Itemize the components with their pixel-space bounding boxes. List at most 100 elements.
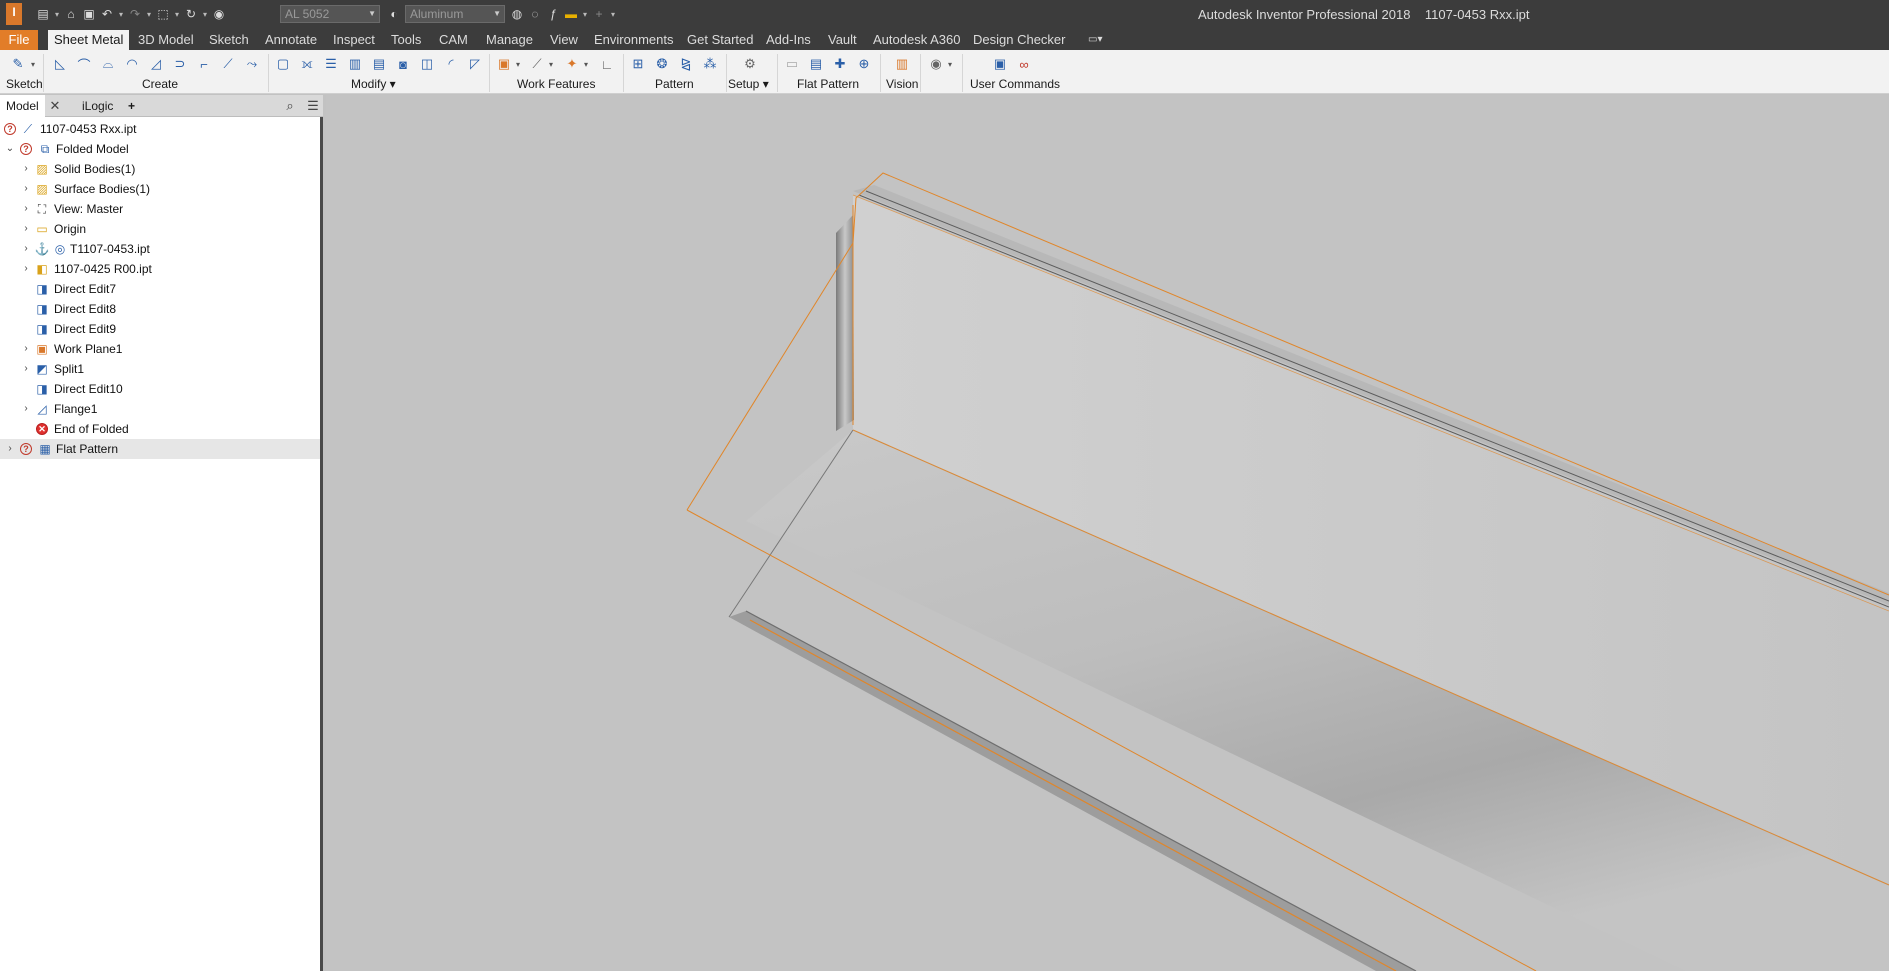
appearance-select[interactable]: Aluminum ▼ [405,5,505,23]
customize-dropdown-icon[interactable]: ▾ [608,5,618,23]
chevron-right-icon[interactable]: › [21,339,31,359]
model-view[interactable] [326,95,1889,971]
tree-item-surface-bodies[interactable]: › ▨ Surface Bodies(1) [0,179,320,199]
chevron-right-icon[interactable]: › [21,179,31,199]
tab-tools[interactable]: Tools [385,30,427,50]
axis-dropdown-icon[interactable]: ▾ [547,54,555,74]
sketch-dropdown-icon[interactable]: ▾ [29,54,37,74]
color-wheel-icon[interactable]: ◐ [385,5,403,23]
flange-icon[interactable]: ◿ [146,54,166,74]
tree-item-direct-edit9[interactable]: ◨ Direct Edit9 [0,319,320,339]
chevron-right-icon[interactable]: › [21,199,31,219]
inventor-logo-icon[interactable]: I [6,3,22,25]
tree-item-folded-model[interactable]: ⌄ ? ⧉ Folded Model [0,139,320,159]
tree-item-work-plane1[interactable]: › ▣ Work Plane1 [0,339,320,359]
export-dxf-icon[interactable]: ▤ [806,54,826,74]
tab-annotate[interactable]: Annotate [259,30,323,50]
plus-icon[interactable]: + [590,5,608,23]
tab-add-ins[interactable]: Add-Ins [760,30,817,50]
chevron-right-icon[interactable]: › [21,359,31,379]
tree-item-flat-pattern[interactable]: › ? ▦ Flat Pattern [0,439,320,459]
add-tab-button[interactable]: + [122,95,141,117]
graphics-viewport[interactable] [326,95,1889,971]
tab-manage[interactable]: Manage [480,30,539,50]
user-command-icon[interactable]: ▣ [990,54,1010,74]
create-flat-pattern-icon[interactable]: ▭ [782,54,802,74]
globe-icon[interactable]: ◉ [210,5,228,23]
mirror-icon[interactable]: ⧎ [676,54,696,74]
cut-rect-icon[interactable]: ▢ [273,54,293,74]
hem-icon[interactable]: ⊃ [170,54,190,74]
sketch-pattern-icon[interactable]: ⁂ [700,54,720,74]
flat-pattern-new-icon[interactable]: ✚ [830,54,850,74]
new-dropdown-icon[interactable]: ▾ [52,5,62,23]
tab-view[interactable]: View [544,30,584,50]
tab-sketch[interactable]: Sketch [203,30,255,50]
bend-icon[interactable]: ⟋ [218,54,238,74]
tree-item-view-master[interactable]: › ⛶ View: Master [0,199,320,219]
unfold-icon[interactable]: ▥ [345,54,365,74]
update-icon[interactable]: ↻ [182,5,200,23]
contour-roll-icon[interactable]: ⌓ [98,54,118,74]
face-icon[interactable]: ◺ [50,54,70,74]
measure-dropdown-icon[interactable]: ▾ [580,5,590,23]
sheet-metal-defaults-icon[interactable]: ⚙ [740,54,760,74]
tab-sheet-metal[interactable]: Sheet Metal [48,30,130,50]
redo-icon[interactable]: ↷ [126,5,144,23]
corner-round-icon[interactable]: ◙ [393,54,413,74]
tree-item-direct-edit8[interactable]: ◨ Direct Edit8 [0,299,320,319]
rip-icon[interactable]: ☰ [321,54,341,74]
tree-item-direct-edit7[interactable]: ◨ Direct Edit7 [0,279,320,299]
contour-flange-icon[interactable]: ⌒ [74,54,94,74]
tree-item-split1[interactable]: › ◩ Split1 [0,359,320,379]
fold-icon[interactable]: ⌐ [194,54,214,74]
select-dropdown-icon[interactable]: ▾ [172,5,182,23]
corner-seam-icon[interactable]: ⟗ [297,54,317,74]
search-icon[interactable]: ⌕ [281,97,299,115]
menu-icon[interactable]: ☰ [304,97,322,115]
measure-icon[interactable]: ▬ [562,5,580,23]
rectangular-pattern-icon[interactable]: ⊞ [628,54,648,74]
tree-item-direct-edit10[interactable]: ◨ Direct Edit10 [0,379,320,399]
clear-appearance-icon[interactable]: ◌ [526,5,544,23]
tab-vault[interactable]: Vault [822,30,863,50]
ribbon-display-toggle-icon[interactable]: ▭▾ [1082,30,1108,50]
tab-3d-model[interactable]: 3D Model [132,30,200,50]
plane-icon[interactable]: ▣ [494,54,514,74]
tree-item-solid-bodies[interactable]: › ▨ Solid Bodies(1) [0,159,320,179]
group-label-modify[interactable]: Modify ▾ [351,77,396,91]
open-folder-icon[interactable]: ⌂ [62,5,80,23]
corner-break-icon[interactable]: ◸ [465,54,485,74]
point-icon[interactable]: ✦ [562,54,582,74]
ilogic-command-icon[interactable]: ∞ [1014,54,1034,74]
undo-icon[interactable]: ↶ [98,5,116,23]
close-icon[interactable]: ✕ [46,97,64,115]
punch-tool-icon[interactable]: ◜ [441,54,461,74]
adjust-appearance-icon[interactable]: ◍ [508,5,526,23]
parameters-fx-icon[interactable]: ƒ [544,5,562,23]
chevron-down-icon[interactable]: ⌄ [5,139,15,159]
start-sketch-icon[interactable]: ✎ [8,54,28,74]
chevron-right-icon[interactable]: › [21,399,31,419]
save-icon[interactable]: ▣ [80,5,98,23]
tree-item-origin[interactable]: › ▭ Origin [0,219,320,239]
tab-get-started[interactable]: Get Started [681,30,759,50]
new-file-icon[interactable]: ▤ [34,5,52,23]
chevron-right-icon[interactable]: › [21,159,31,179]
ucs-icon[interactable]: ∟ [597,54,617,74]
flat-pattern-settings-icon[interactable]: ⊕ [854,54,874,74]
tab-environments[interactable]: Environments [588,30,679,50]
cut-icon[interactable]: ⤳ [242,54,262,74]
navigation-dropdown-icon[interactable]: ▾ [946,54,954,74]
refold-icon[interactable]: ▤ [369,54,389,74]
axis-icon[interactable]: ⟋ [527,54,547,74]
navigation-icon[interactable]: ◉ [926,54,946,74]
tree-item-flange1[interactable]: › ◿ Flange1 [0,399,320,419]
tab-autodesk-a360[interactable]: Autodesk A360 [867,30,966,50]
redo-dropdown-icon[interactable]: ▾ [144,5,154,23]
lofted-flange-icon[interactable]: ◠ [122,54,142,74]
tree-item-root[interactable]: ? ⟋ 1107-0453 Rxx.ipt [0,119,320,139]
chevron-right-icon[interactable]: › [21,219,31,239]
update-dropdown-icon[interactable]: ▾ [200,5,210,23]
corner-chamfer-icon[interactable]: ◫ [417,54,437,74]
